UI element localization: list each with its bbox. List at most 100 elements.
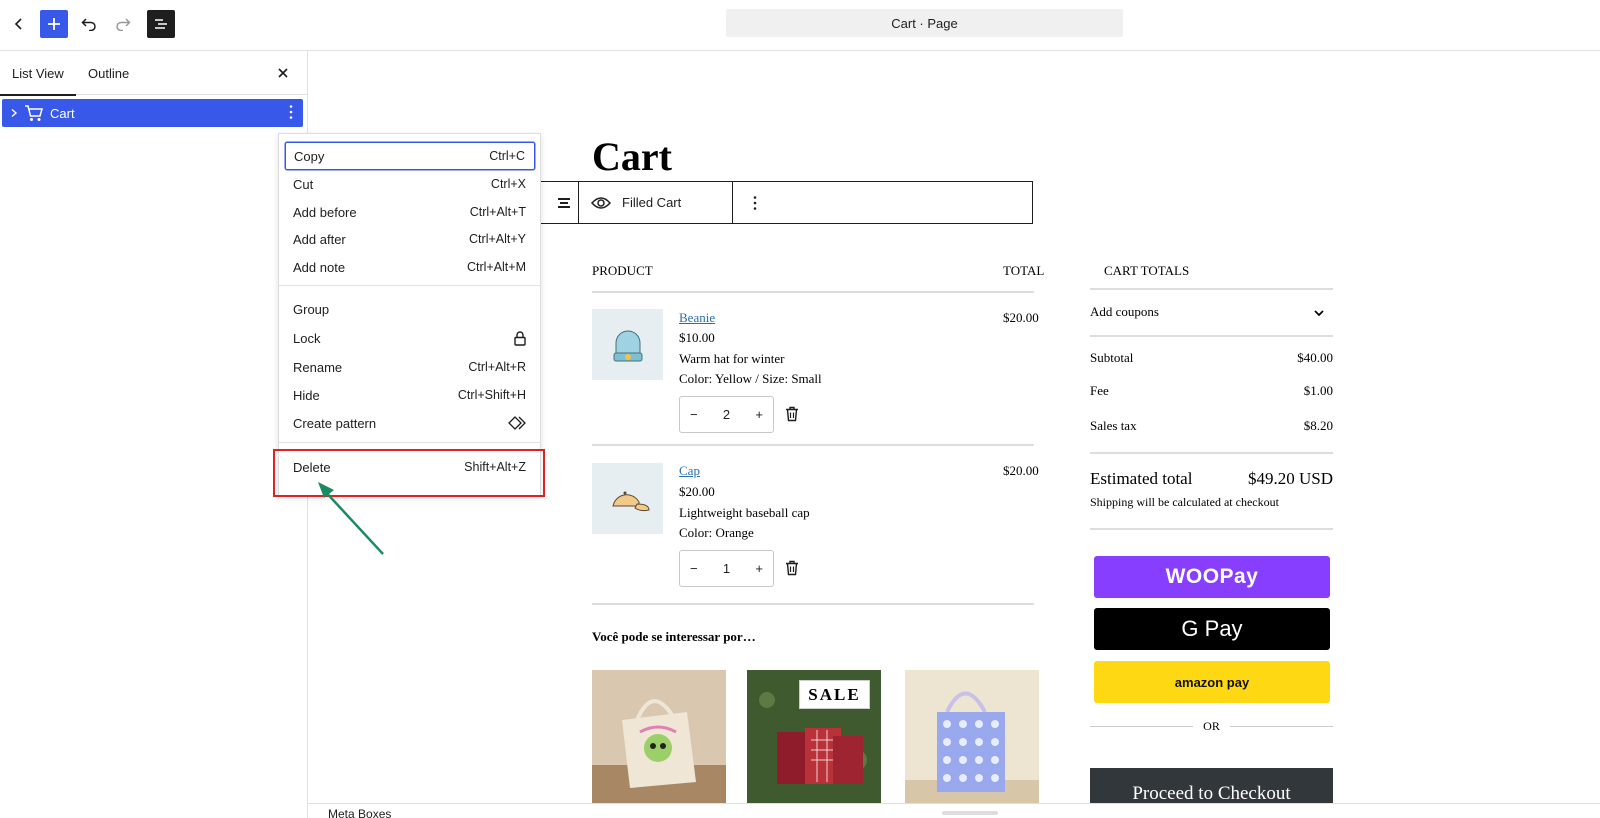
options-icon[interactable] — [289, 104, 293, 120]
upsell-product-image[interactable] — [592, 670, 726, 803]
amazon-pay-button[interactable]: amazon pay — [1094, 661, 1330, 703]
fee-label: Fee — [1090, 383, 1109, 398]
view-label: Filled Cart — [622, 195, 682, 210]
menu-item-group[interactable]: Group — [285, 295, 535, 323]
close-sidebar-button[interactable] — [273, 63, 293, 83]
tab-outline[interactable]: Outline — [88, 51, 129, 95]
lock-icon — [514, 330, 526, 346]
page-title[interactable]: Cart — [592, 133, 672, 180]
view-switcher-button[interactable]: Filled Cart — [579, 182, 733, 223]
align-icon — [558, 197, 570, 208]
amazon-pay-label: amazon pay — [1174, 674, 1250, 690]
product-image-cap[interactable] — [592, 463, 663, 534]
product-line-total: $20.00 — [1003, 463, 1039, 478]
options-icon — [753, 195, 756, 210]
menu-item-label: Create pattern — [293, 415, 377, 431]
list-view-sidebar: List View Outline Cart — [0, 51, 308, 818]
menu-item-label: Lock — [293, 330, 321, 346]
upsell-product-image[interactable]: SALE — [747, 670, 881, 803]
block-inserter-button[interactable] — [40, 10, 68, 38]
back-button[interactable] — [5, 10, 33, 38]
plus-icon[interactable]: + — [755, 561, 763, 576]
tax-label: Sales tax — [1090, 418, 1137, 433]
block-options-menu: Copy Ctrl+C Cut Ctrl+X Add before Ctrl+A… — [278, 133, 541, 496]
trash-icon[interactable] — [785, 406, 799, 422]
redo-button[interactable] — [109, 10, 137, 38]
menu-item-label: Cut — [293, 176, 314, 192]
menu-item-shortcut: Ctrl+Alt+R — [468, 360, 526, 374]
tax-row: Sales tax $8.20 — [1090, 418, 1333, 434]
divider — [1090, 725, 1194, 727]
meta-boxes-label: Meta Boxes — [328, 807, 392, 818]
quantity-stepper[interactable]: − 2 + — [679, 396, 774, 433]
product-line-total: $20.00 — [1003, 310, 1039, 325]
menu-separator — [279, 285, 540, 286]
proceed-to-checkout-button[interactable]: Proceed to Checkout — [1090, 768, 1333, 803]
divider — [1090, 528, 1333, 530]
menu-item-add-after[interactable]: Add after Ctrl+Alt+Y — [285, 225, 535, 253]
woopay-button[interactable]: WOOPay — [1094, 556, 1330, 598]
trash-icon[interactable] — [785, 560, 799, 576]
product-image-beanie[interactable] — [592, 309, 663, 380]
menu-item-delete[interactable]: Delete Shift+Alt+Z — [285, 453, 535, 481]
gpay-label: G Pay — [1181, 616, 1243, 641]
fee-value: $1.00 — [1303, 383, 1333, 398]
minus-icon[interactable]: − — [690, 407, 698, 422]
editor-header: Cart · Page — [0, 0, 1600, 51]
cap-icon — [611, 491, 650, 511]
menu-item-shortcut: Ctrl+X — [490, 177, 526, 191]
product-description: Warm hat for winter — [679, 351, 785, 366]
product-variation: Color: Yellow / Size: Small — [679, 371, 822, 386]
sidebar-item-cart[interactable]: Cart — [2, 99, 303, 127]
product-link-cap[interactable]: Cap — [679, 463, 700, 479]
sale-badge: SALE — [799, 680, 870, 709]
upsell-product-image[interactable] — [905, 670, 1039, 803]
blue-tote-icon — [905, 670, 1039, 803]
meta-boxes-bar[interactable]: Meta Boxes — [308, 803, 1600, 818]
cart-totals-heading: CART TOTALS — [1104, 263, 1190, 278]
menu-item-rename[interactable]: Rename Ctrl+Alt+R — [285, 353, 535, 381]
estimated-label: Estimated total — [1090, 469, 1193, 488]
menu-item-shortcut: Ctrl+C — [489, 149, 525, 163]
sidebar-tabs: List View Outline — [0, 51, 307, 96]
quantity-stepper[interactable]: − 1 + — [679, 550, 774, 587]
cart-col-product: PRODUCT — [592, 263, 653, 278]
menu-item-lock[interactable]: Lock — [285, 324, 535, 352]
undo-button[interactable] — [75, 10, 103, 38]
menu-item-create-pattern[interactable]: Create pattern — [285, 409, 535, 437]
tab-list-view[interactable]: List View — [0, 51, 76, 96]
chevron-left-icon — [14, 18, 22, 30]
menu-item-add-note[interactable]: Add note Ctrl+Alt+M — [285, 253, 535, 281]
menu-item-add-before[interactable]: Add before Ctrl+Alt+T — [285, 198, 535, 226]
tax-value: $8.20 — [1303, 418, 1333, 433]
document-title[interactable]: Cart · Page — [726, 9, 1123, 37]
product-variation: Color: Orange — [679, 525, 754, 540]
add-coupons-toggle[interactable]: Add coupons — [1090, 304, 1333, 320]
menu-item-hide[interactable]: Hide Ctrl+Shift+H — [285, 381, 535, 409]
quantity-value[interactable]: 1 — [723, 561, 730, 576]
menu-item-cut[interactable]: Cut Ctrl+X — [285, 170, 535, 198]
google-pay-button[interactable]: G Pay — [1094, 608, 1330, 650]
menu-item-copy[interactable]: Copy Ctrl+C — [285, 142, 535, 170]
resize-handle[interactable] — [942, 811, 998, 815]
divider — [592, 291, 1034, 293]
quantity-value[interactable]: 2 — [723, 407, 730, 422]
menu-item-label: Add before — [293, 204, 357, 220]
fee-row: Fee $1.00 — [1090, 383, 1333, 399]
undo-icon — [81, 18, 96, 31]
subtotal-row: Subtotal $40.00 — [1090, 350, 1333, 366]
document-overview-button[interactable] — [147, 10, 175, 38]
cart-col-total: TOTAL — [1003, 263, 1045, 278]
pattern-icon — [508, 416, 526, 430]
chevron-right-icon[interactable] — [9, 108, 19, 118]
chevron-down-icon — [1314, 310, 1324, 317]
menu-item-shortcut: Ctrl+Alt+Y — [469, 232, 526, 246]
product-link-beanie[interactable]: Beanie — [679, 310, 715, 326]
plus-icon[interactable]: + — [755, 407, 763, 422]
block-options-button[interactable] — [733, 182, 776, 223]
menu-item-shortcut: Shift+Alt+Z — [464, 460, 526, 474]
divider — [1090, 335, 1333, 337]
minus-icon[interactable]: − — [690, 561, 698, 576]
woopay-label: WOOPay — [1165, 565, 1259, 588]
menu-separator — [279, 442, 540, 443]
